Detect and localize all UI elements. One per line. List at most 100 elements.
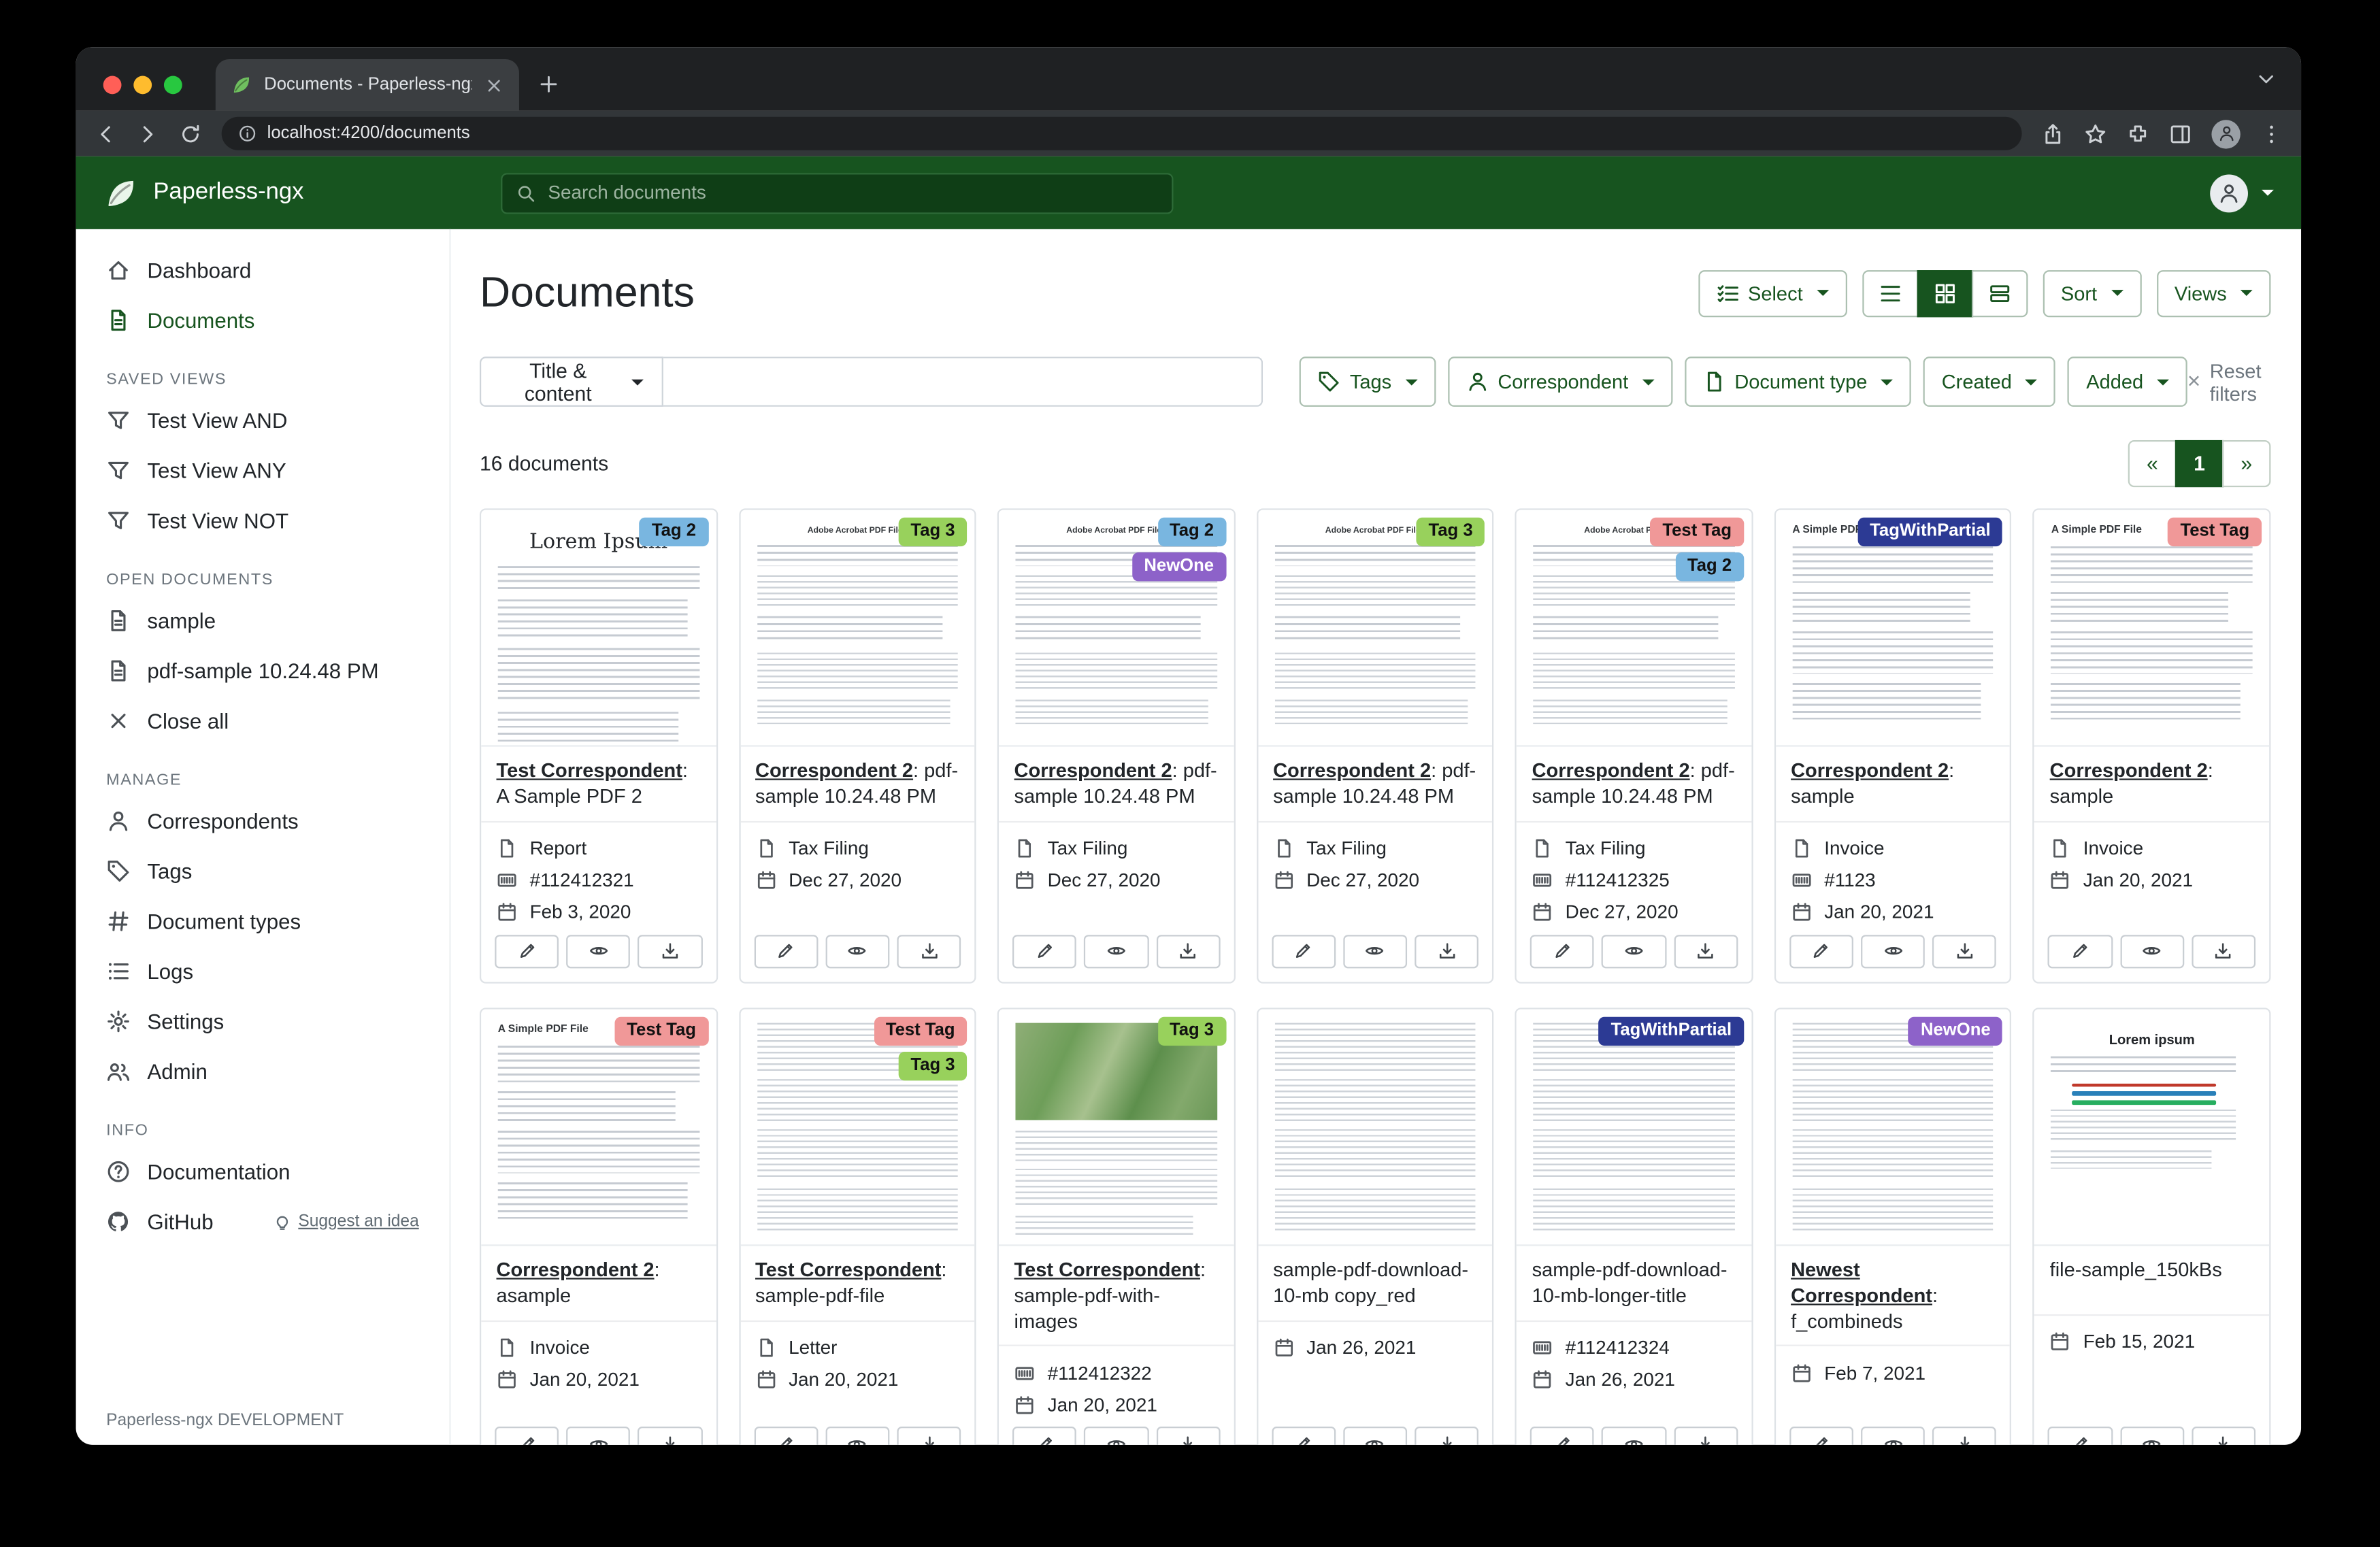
view-button[interactable]: [567, 935, 631, 968]
browser-tab[interactable]: Documents - Paperless-ngx: [216, 59, 519, 111]
sidebar-item-documentation[interactable]: Documentation: [76, 1146, 450, 1196]
view-button[interactable]: [1602, 1427, 1666, 1445]
sidebar-item-pdf-sample-10-24-48-pm[interactable]: pdf-sample 10.24.48 PM: [76, 645, 450, 695]
forward-button[interactable]: [137, 122, 159, 145]
edit-button[interactable]: [495, 1427, 559, 1445]
download-button[interactable]: [897, 1427, 961, 1445]
document-thumbnail[interactable]: Adobe Acrobat PDF FilesTag 3: [1258, 510, 1493, 747]
app-brand[interactable]: Paperless-ngx: [76, 176, 501, 210]
edit-button[interactable]: [1012, 1427, 1076, 1445]
document-card[interactable]: Tag 3Test Correspondent: sample-pdf-with…: [997, 1008, 1235, 1445]
document-thumbnail[interactable]: Adobe Acrobat PDF FilesTag 3: [740, 510, 975, 747]
view-button[interactable]: [567, 1427, 631, 1445]
document-title[interactable]: Correspondent 2: pdf-sample 10.24.48 PM: [740, 747, 975, 822]
sidebar-item-document-types[interactable]: Document types: [76, 895, 450, 946]
view-button[interactable]: [1343, 935, 1407, 968]
download-button[interactable]: [1674, 935, 1738, 968]
correspondent-link[interactable]: Test Correspondent: [497, 759, 682, 781]
view-button[interactable]: [2120, 935, 2184, 968]
tab-search-icon[interactable]: [2255, 68, 2277, 89]
document-card[interactable]: Test TagTag 3Test Correspondent: sample-…: [738, 1008, 976, 1445]
download-button[interactable]: [897, 935, 961, 968]
view-details-button[interactable]: [1971, 269, 2028, 316]
document-title[interactable]: sample-pdf-download-10-mb-longer-title: [1517, 1246, 1751, 1321]
edit-button[interactable]: [1789, 935, 1853, 968]
correspondent-link[interactable]: Correspondent 2: [1273, 759, 1431, 781]
download-button[interactable]: [1415, 1427, 1478, 1445]
view-button[interactable]: [1861, 1427, 1925, 1445]
edit-button[interactable]: [1789, 1427, 1853, 1445]
document-title[interactable]: sample-pdf-download-10-mb copy_red: [1258, 1246, 1493, 1321]
document-title[interactable]: file-sample_150kBs: [2034, 1246, 2269, 1316]
document-thumbnail[interactable]: TagWithPartial: [1517, 1009, 1751, 1246]
download-button[interactable]: [638, 935, 702, 968]
view-list-button[interactable]: [1862, 269, 1919, 316]
correspondent-link[interactable]: Correspondent 2: [1014, 759, 1172, 781]
download-button[interactable]: [2192, 935, 2255, 968]
document-thumbnail[interactable]: Adobe Acrobat PDF FilesTest TagTag 2: [1517, 510, 1751, 747]
document-card[interactable]: Adobe Acrobat PDF FilesTag 2NewOneCorres…: [997, 508, 1235, 983]
tag-badge[interactable]: Test Tag: [2168, 518, 2262, 547]
edit-button[interactable]: [2048, 1427, 2112, 1445]
view-button[interactable]: [2120, 1427, 2184, 1445]
tag-badge[interactable]: Test Tag: [874, 1016, 967, 1046]
document-card[interactable]: TagWithPartialsample-pdf-download-10-mb-…: [1515, 1008, 1753, 1445]
extensions-button[interactable]: [2126, 122, 2149, 145]
document-card[interactable]: Adobe Acrobat PDF FilesTag 3Corresponden…: [738, 508, 976, 983]
document-title[interactable]: Correspondent 2: pdf-sample 10.24.48 PM: [1517, 747, 1751, 822]
edit-button[interactable]: [754, 1427, 818, 1445]
view-button[interactable]: [1861, 935, 1925, 968]
pagination-prev-button[interactable]: «: [2128, 440, 2177, 487]
title-content-dropdown[interactable]: Title & content: [480, 356, 664, 407]
sidebar-item-test-view-not[interactable]: Test View NOT: [76, 495, 450, 545]
browser-menu-button[interactable]: [2260, 122, 2283, 145]
sidebar-item-close-all[interactable]: Close all: [76, 695, 450, 746]
new-tab-button[interactable]: [538, 73, 560, 95]
sidebar-item-correspondents[interactable]: Correspondents: [76, 795, 450, 846]
document-title[interactable]: Test Correspondent: A Sample PDF 2: [481, 747, 716, 822]
tag-badge[interactable]: Test Tag: [614, 1016, 708, 1046]
view-grid-button[interactable]: [1917, 269, 1973, 316]
document-title[interactable]: Test Correspondent: sample-pdf-file: [740, 1246, 975, 1321]
tags-filter-button[interactable]: Tags: [1300, 356, 1436, 407]
created-filter-button[interactable]: Created: [1923, 356, 2056, 407]
correspondent-link[interactable]: Correspondent 2: [1791, 759, 1949, 781]
view-button[interactable]: [1602, 935, 1666, 968]
share-button[interactable]: [2042, 122, 2064, 145]
address-bar[interactable]: localhost:4200/documents: [222, 117, 2022, 150]
sidebar-item-admin[interactable]: Admin: [76, 1046, 450, 1096]
document-title[interactable]: Correspondent 2: pdf-sample 10.24.48 PM: [999, 747, 1234, 822]
tag-badge[interactable]: TagWithPartial: [1857, 518, 2002, 547]
download-button[interactable]: [1932, 1427, 1996, 1445]
browser-profile-button[interactable]: [2211, 119, 2240, 148]
view-button[interactable]: [1343, 1427, 1407, 1445]
tag-badge[interactable]: Test Tag: [1651, 518, 1744, 547]
document-card[interactable]: sample-pdf-download-10-mb copy_redJan 26…: [1257, 1008, 1494, 1445]
correspondent-link[interactable]: Correspondent 2: [497, 1258, 655, 1280]
sidebar-item-test-view-any[interactable]: Test View ANY: [76, 445, 450, 495]
tab-close-icon[interactable]: [484, 75, 504, 95]
tag-badge[interactable]: Tag 3: [1417, 518, 1485, 547]
document-card[interactable]: Lorem ipsumfile-sample_150kBsFeb 15, 202…: [2033, 1008, 2270, 1445]
edit-button[interactable]: [495, 935, 559, 968]
reload-button[interactable]: [179, 122, 201, 145]
correspondent-link[interactable]: Newest Correspondent: [1791, 1258, 1932, 1306]
view-button[interactable]: [825, 1427, 889, 1445]
document-title[interactable]: Correspondent 2: sample: [1776, 747, 2011, 822]
minimize-window-button[interactable]: [133, 76, 152, 95]
edit-button[interactable]: [1272, 1427, 1336, 1445]
download-button[interactable]: [1156, 1427, 1220, 1445]
back-button[interactable]: [94, 122, 116, 145]
close-window-button[interactable]: [103, 76, 122, 95]
document-card[interactable]: A Simple PDF FileTagWithPartialCorrespon…: [1774, 508, 2012, 983]
added-filter-button[interactable]: Added: [2068, 356, 2187, 407]
correspondent-link[interactable]: Correspondent 2: [755, 759, 913, 781]
document-thumbnail[interactable]: Lorem IpsumTag 2: [481, 510, 716, 747]
sidebar-item-settings[interactable]: Settings: [76, 995, 450, 1046]
user-menu[interactable]: [2210, 173, 2301, 212]
download-button[interactable]: [1674, 1427, 1738, 1445]
select-button[interactable]: Select: [1698, 269, 1847, 316]
global-search[interactable]: [501, 172, 1173, 213]
document-thumbnail[interactable]: Test TagTag 3: [740, 1009, 975, 1246]
tag-badge[interactable]: Tag 3: [1157, 1016, 1226, 1046]
